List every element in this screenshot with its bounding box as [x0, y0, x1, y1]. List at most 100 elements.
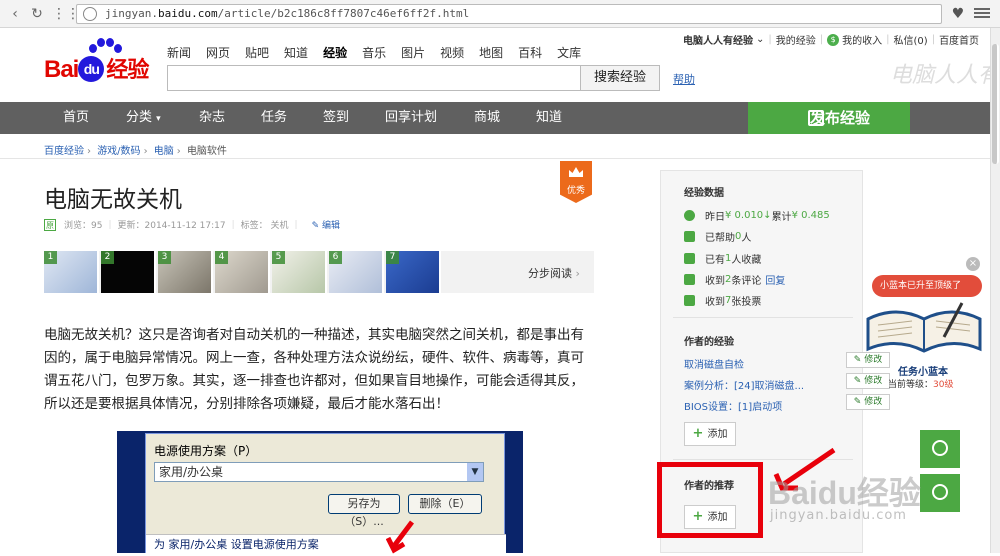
address-bar[interactable]: jingyan.baidu.com/article/b2c186c8ff7807… — [76, 4, 942, 24]
step-reading-link[interactable]: 分步阅读 › — [528, 265, 580, 281]
chevron-down-icon[interactable]: ⌄ — [756, 34, 764, 45]
topnav-news[interactable]: 新闻 — [167, 44, 191, 61]
divider — [0, 158, 990, 159]
topnav-music[interactable]: 音乐 — [362, 44, 386, 61]
scrollbar-thumb[interactable] — [992, 44, 999, 164]
add-experience-button[interactable]: + 添加 — [684, 422, 736, 446]
feedback-icon — [932, 484, 948, 500]
topnav-video[interactable]: 视频 — [440, 44, 464, 61]
watermark-url: jingyan.baidu.com — [770, 508, 907, 523]
nav-home[interactable]: 首页 — [63, 102, 89, 134]
favorite-heart-icon[interactable]: ♥ — [948, 4, 968, 24]
breadcrumb-current: 电脑软件 — [186, 146, 227, 157]
updated-time: 更新：2014-11-12 17:17 — [117, 221, 226, 231]
topnav-jingyan[interactable]: 经验 — [323, 44, 347, 61]
divider — [673, 317, 853, 318]
step-thumbnails: 1 2 3 4 5 6 7 — [44, 251, 594, 293]
annotation-red-box — [657, 462, 763, 538]
nav-tasks[interactable]: 任务 — [261, 102, 287, 134]
step-thumb[interactable]: 4 — [215, 251, 270, 293]
back-icon[interactable]: ‹ — [6, 5, 24, 23]
step-thumb[interactable]: 7 — [386, 251, 441, 293]
breadcrumb: 百度经验 › 游戏/数码 › 电脑 › 电脑软件 — [44, 146, 227, 157]
baidu-jingyan-logo[interactable]: Bai du 经验 — [44, 38, 149, 84]
comment-icon — [684, 274, 695, 285]
browser-toolbar: ‹ ↻ ⋮⋮ jingyan.baidu.com/article/b2c186c… — [0, 0, 1000, 28]
scheme-settings-label: 为 家用/办公桌 设置电源使用方案 — [146, 534, 506, 554]
task-book-level: 当前等级：30级 — [888, 380, 954, 390]
nav-checkin[interactable]: 签到 — [323, 102, 349, 134]
stat-votes: 收到 7 张投票 — [684, 293, 761, 308]
author-experience-item[interactable]: BIOS设置：[1]启动项 — [684, 398, 782, 413]
dropdown-arrow-icon: ▼ — [467, 463, 483, 481]
nav-share-plan[interactable]: 回享计划 — [385, 102, 437, 134]
url-text: jingyan.baidu.com/article/b2c186c8ff7807… — [105, 7, 470, 20]
step-thumb[interactable]: 3 — [158, 251, 213, 293]
breadcrumb-item[interactable]: 百度经验 — [44, 146, 84, 157]
red-arrow-icon — [386, 520, 414, 554]
globe-icon — [83, 7, 97, 21]
save-as-button: 另存为（S）... — [328, 494, 400, 528]
stat-helped: 已帮助 0 人 — [684, 229, 751, 244]
step-thumb[interactable]: 1 — [44, 251, 99, 293]
delete-button: 删除（E） — [408, 494, 482, 514]
nav-mall[interactable]: 商城 — [474, 102, 500, 134]
edit-icon — [808, 110, 824, 126]
search-button[interactable]: 搜索经验 — [580, 65, 660, 91]
step-thumb[interactable]: 2 — [101, 251, 156, 293]
user-bar: 电脑人人有经验 ⌄ | 我的经验 | $ 我的收入 | 私信(0) | 百度首页 — [683, 32, 980, 47]
browser-menu-icon[interactable] — [974, 6, 990, 22]
messages-link[interactable]: 私信(0) — [894, 32, 928, 47]
publish-experience-button[interactable]: 发布经验 — [748, 102, 910, 134]
share-icon — [932, 440, 948, 456]
reload-icon[interactable]: ↻ — [28, 5, 46, 23]
topnav-wenku[interactable]: 文库 — [557, 44, 581, 61]
apps-grid-icon[interactable]: ⋮⋮ — [52, 5, 80, 23]
author-experience-title: 作者的经验 — [684, 337, 734, 348]
nav-category-label: 分类 — [126, 110, 153, 125]
article-body: 电脑无故关机？这只是咨询者对自动关机的一种描述，其实电脑突然之间关机，都是事出有… — [44, 327, 584, 412]
breadcrumb-item[interactable]: 游戏/数码 — [97, 146, 140, 157]
edit-link[interactable]: ✎ 编辑 — [312, 218, 340, 231]
modify-button[interactable]: ✎ 修改 — [846, 394, 890, 410]
stat-earnings: 昨日 ¥ 0.010 ↓ 累计 ¥ 0.485 — [684, 208, 830, 223]
help-link[interactable]: 帮助 — [673, 71, 695, 87]
tags: 标签： 关机 — [240, 221, 289, 231]
my-experience-link[interactable]: 我的经验 — [776, 32, 816, 47]
star-icon — [684, 253, 695, 264]
edit-label: 编辑 — [321, 221, 340, 231]
open-book-icon — [866, 302, 982, 353]
chevron-right-icon: › — [575, 267, 580, 280]
topnav-web[interactable]: 网页 — [206, 44, 230, 61]
level-notice: 小蓝本已升至顶级了 — [872, 275, 982, 297]
task-book-widget[interactable]: 小蓝本已升至顶级了 × 任务小蓝本 当前等级：30级 — [862, 257, 990, 393]
breadcrumb-item[interactable]: 电脑 — [154, 146, 174, 157]
my-income-link[interactable]: 我的收入 — [842, 32, 882, 47]
baidu-home-link[interactable]: 百度首页 — [939, 32, 979, 47]
power-scheme-select: 家用/办公桌 ▼ — [154, 462, 484, 482]
topnav-images[interactable]: 图片 — [401, 44, 425, 61]
search-input[interactable] — [167, 65, 581, 91]
step-thumb[interactable]: 6 — [329, 251, 384, 293]
close-icon[interactable]: × — [966, 257, 980, 271]
feedback-float-button[interactable] — [920, 474, 960, 512]
username[interactable]: 电脑人人有经验 — [683, 32, 753, 47]
reply-link[interactable]: 回复 — [765, 272, 785, 287]
article-title: 电脑无故关机 — [44, 187, 182, 213]
experience-data-title: 经验数据 — [684, 188, 724, 199]
author-experience-item[interactable]: 取消磁盘自检 — [684, 356, 744, 371]
nav-zhidao[interactable]: 知道 — [536, 102, 562, 134]
topnav-zhidao[interactable]: 知道 — [284, 44, 308, 61]
topnav-tieba[interactable]: 贴吧 — [245, 44, 269, 61]
nav-category[interactable]: 分类 ▾ — [126, 102, 161, 134]
stat-favorites: 已有 1 人收藏 — [684, 251, 761, 266]
top-nav: 新闻 网页 贴吧 知道 经验 音乐 图片 视频 地图 百科 文库 — [167, 44, 596, 61]
author-experience-item[interactable]: 案例分析：[24]取消磁盘... — [684, 377, 804, 392]
step-thumb[interactable]: 5 — [272, 251, 327, 293]
topnav-baike[interactable]: 百科 — [518, 44, 542, 61]
page-scrollbar[interactable] — [990, 28, 1000, 553]
share-float-button[interactable] — [920, 430, 960, 468]
topnav-map[interactable]: 地图 — [479, 44, 503, 61]
nav-magazine[interactable]: 杂志 — [199, 102, 225, 134]
article-screenshot: 电源使用方案（P） 家用/办公桌 ▼ 另存为（S）... 删除（E） 为 家用/办… — [117, 431, 523, 554]
